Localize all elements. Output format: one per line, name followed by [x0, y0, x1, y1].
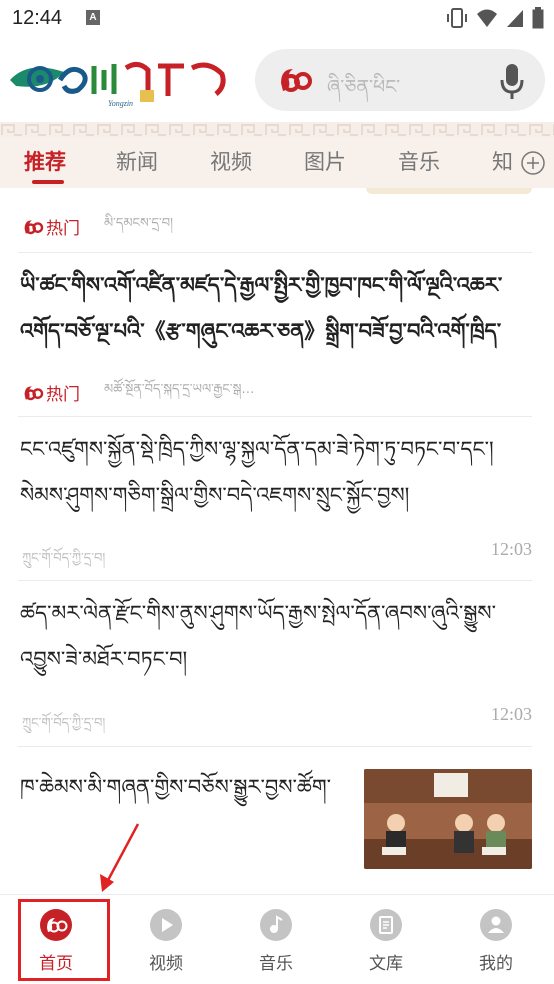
divider — [18, 416, 532, 417]
thumbnail-illustration — [364, 769, 532, 869]
tab-news[interactable]: 新闻 — [116, 146, 158, 176]
hot-flame-icon — [24, 219, 44, 234]
source-label: ཀྲུང་གོ་བོད་ཀྱི་དྲ་བ། — [22, 551, 106, 566]
banner-edge — [366, 188, 532, 194]
music-note-icon — [260, 909, 292, 941]
headline[interactable]: ཚད་མར་ལེན་རྫོང་གིས་ནུས་ཤུགས་ཡོད་རྒྱས་སྤེ… — [20, 590, 534, 682]
play-icon — [150, 909, 182, 941]
header: Yongzin ཞི་ཅིན་ཕིང་ — [0, 38, 554, 122]
status-bar: 12:44 A — [0, 0, 554, 38]
user-icon — [480, 909, 512, 941]
yongzin-mark-icon — [281, 69, 312, 92]
hot-tag: 热门 — [46, 385, 80, 405]
tab-pictures[interactable]: 图片 — [304, 146, 346, 176]
svg-text:Yongzin: Yongzin — [108, 99, 133, 108]
nav-music[interactable]: 音乐 — [231, 903, 321, 974]
add-tab-icon[interactable] — [520, 150, 546, 176]
category-tabs: 推荐 新闻 视频 图片 音乐 知 — [0, 138, 554, 188]
hot-flame-icon — [24, 385, 44, 400]
meander-pattern — [0, 122, 554, 138]
annotation-highlight-box — [18, 899, 110, 981]
microphone-icon[interactable] — [499, 62, 525, 100]
publish-time: 12:03 — [490, 539, 532, 559]
source-label: མཚོ་སྔོན་བོད་སྐད་དྲ་ཡལ་རྒྱང་སྒ… — [104, 382, 255, 397]
headline[interactable]: ངང་འཛུགས་སྐྱོན་སྡེ་ཁྲིད་ཀྱིས་ལྷ་སྐྱལ་དོན… — [20, 426, 534, 518]
nav-video[interactable]: 视频 — [121, 903, 211, 974]
yongzin-logo[interactable]: Yongzin — [8, 50, 234, 112]
notification-app-icon: A — [86, 10, 100, 25]
tab-music[interactable]: 音乐 — [398, 146, 440, 176]
nav-profile-label: 我的 — [479, 954, 513, 974]
wifi-icon — [477, 9, 497, 27]
search-box[interactable]: ཞི་ཅིན་ཕིང་ — [255, 49, 545, 111]
feed-item-meta: 热门 མཚོ་སྔོན་བོད་སྐད་དྲ་ཡལ་རྒྱང་སྒ… — [22, 374, 254, 411]
headline[interactable]: ཁ་ཆེམས་མི་གཞན་གྱིས་བཅོས་སྒྱུར་བྱས་ཚོག་གམ… — [20, 764, 350, 810]
tab-video[interactable]: 视频 — [210, 146, 252, 176]
publish-time: 12:03 — [490, 704, 532, 724]
decorative-pattern-band — [0, 122, 554, 138]
headline[interactable]: ཡི་ཚང་གིས་འགོ་འཛིན་མཛད་དེ་རྒྱལ་སྤྱིར་གྱི… — [20, 262, 534, 354]
source-label: ཀྲུང་གོ་བོད་ཀྱི་དྲ་བ། — [22, 716, 106, 731]
nav-profile[interactable]: 我的 — [451, 903, 541, 974]
nav-video-label: 视频 — [149, 954, 183, 974]
battery-icon — [532, 7, 544, 29]
status-icons — [446, 6, 544, 30]
divider — [18, 746, 532, 747]
tab-recommended[interactable]: 推荐 — [24, 146, 66, 176]
article-thumbnail[interactable] — [364, 769, 532, 869]
feed-item-meta: 热门 མི་དམངས་དྲ་བ། — [22, 208, 173, 245]
news-feed[interactable]: 热门 མི་དམངས་དྲ་བ། ཡི་ཚང་གིས་འགོ་འཛིན་མཛད་… — [0, 188, 554, 894]
document-icon — [370, 909, 402, 941]
nav-library[interactable]: 文库 — [341, 903, 431, 974]
status-time: 12:44 — [12, 7, 63, 29]
vibrate-icon — [447, 8, 467, 28]
signal-icon — [507, 10, 523, 27]
tab-knowledge[interactable]: 知 — [492, 146, 513, 176]
hot-tag: 热门 — [46, 219, 80, 239]
divider — [18, 252, 532, 253]
nav-music-label: 音乐 — [259, 954, 293, 974]
active-tab-indicator — [32, 180, 64, 184]
search-placeholder[interactable]: ཞི་ཅིན་ཕིང་ — [327, 65, 400, 119]
divider — [18, 580, 532, 581]
nav-library-label: 文库 — [369, 954, 403, 974]
source-label: མི་དམངས་དྲ་བ། — [104, 216, 173, 231]
annotation-arrow — [100, 823, 140, 892]
